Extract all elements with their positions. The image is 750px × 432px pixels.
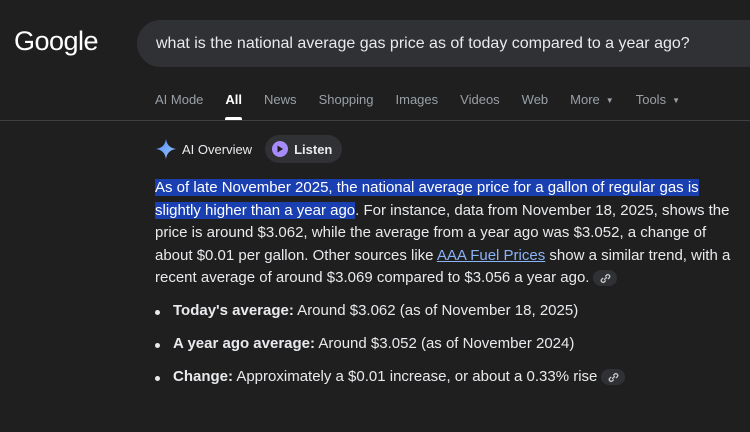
tab-news[interactable]: News <box>264 92 297 118</box>
tab-shopping[interactable]: Shopping <box>319 92 374 118</box>
listen-label: Listen <box>294 141 333 157</box>
ai-overview-label: AI Overview <box>182 141 253 157</box>
link-icon[interactable] <box>593 270 618 287</box>
ai-overview-header: AI Overview Listen <box>155 135 343 163</box>
caret-down-icon: ▼ <box>605 96 614 105</box>
search-input[interactable]: what is the national average gas price a… <box>137 20 750 67</box>
bullet-label: Change: <box>173 368 233 385</box>
tab-ai-mode[interactable]: AI Mode <box>155 92 203 118</box>
search-query: what is the national average gas price a… <box>156 34 690 52</box>
list-item: Change: Approximately a $0.01 increase, … <box>155 368 735 401</box>
bullet-label: A year ago average: <box>173 335 316 352</box>
bullet-text: Around $3.062 (as of November 18, 2025) <box>293 302 579 319</box>
tab-tools[interactable]: Tools ▼ <box>636 92 680 118</box>
search-tabs: AI Mode All News Shopping Images Videos … <box>155 92 702 120</box>
list-item: Today's average: Around $3.062 (as of No… <box>155 302 735 335</box>
tab-images[interactable]: Images <box>396 92 439 118</box>
caret-down-icon: ▼ <box>672 96 680 105</box>
bullet-label: Today's average: <box>173 302 294 319</box>
tab-videos[interactable]: Videos <box>460 92 500 118</box>
play-icon <box>272 141 289 157</box>
bullet-text: Approximately a $0.01 increase, or about… <box>233 368 598 385</box>
tab-more[interactable]: More ▼ <box>570 92 614 118</box>
ai-overview-text: As of late November 2025, the national a… <box>155 177 735 290</box>
ai-sparkle-icon <box>155 138 177 160</box>
summary-list: Today's average: Around $3.062 (as of No… <box>155 302 735 401</box>
tabs-divider <box>0 120 750 121</box>
google-logo[interactable]: Google <box>14 26 99 57</box>
tab-all[interactable]: All <box>225 92 242 120</box>
aaa-fuel-prices-link[interactable]: AAA Fuel Prices <box>437 247 545 264</box>
list-item: A year ago average: Around $3.052 (as of… <box>155 335 735 368</box>
listen-button[interactable]: Listen <box>265 135 343 163</box>
tab-web[interactable]: Web <box>522 92 549 118</box>
bullet-text: Around $3.052 (as of November 2024) <box>315 335 575 352</box>
link-icon[interactable] <box>601 369 626 386</box>
